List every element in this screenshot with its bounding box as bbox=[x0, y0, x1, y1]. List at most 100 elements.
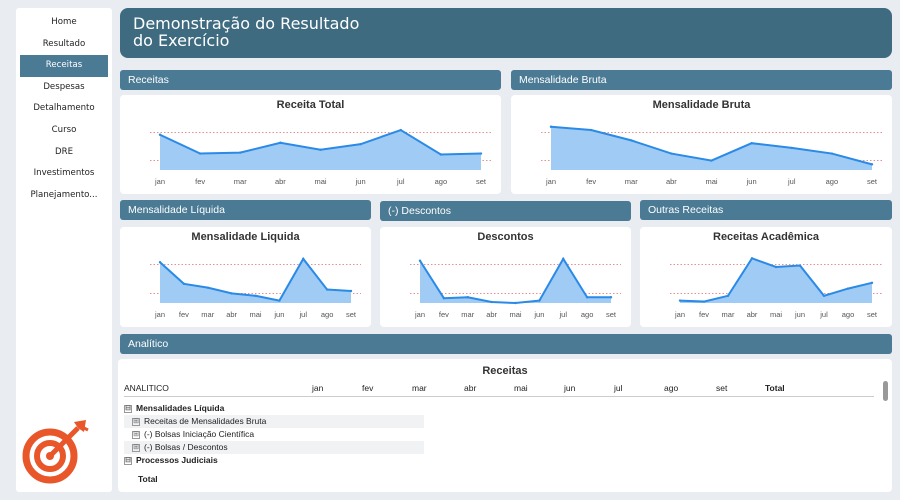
column-header[interactable]: mai bbox=[514, 383, 528, 393]
expand-icon[interactable]: ⊞ bbox=[132, 443, 140, 452]
sidebar-item-home[interactable]: Home bbox=[16, 12, 112, 34]
data-point[interactable] bbox=[399, 128, 402, 132]
expand-icon[interactable]: ⊞ bbox=[132, 417, 140, 426]
chart-descontos: jan fev mar abr mai jun jul ago set Descontos bbox=[380, 227, 631, 327]
x-tick-label: jul bbox=[819, 310, 828, 319]
data-point[interactable] bbox=[490, 300, 493, 304]
data-point[interactable] bbox=[750, 142, 753, 145]
data-point[interactable] bbox=[774, 265, 778, 269]
sidebar-item-detalhamento[interactable]: Detalhamento bbox=[16, 98, 112, 120]
data-point[interactable] bbox=[822, 294, 826, 297]
data-point[interactable] bbox=[198, 152, 202, 155]
data-point[interactable] bbox=[239, 151, 242, 154]
chart-mensalidade-liquida: jan fev mar abr mai jun jul ago set Mensalidade … bbox=[120, 227, 371, 327]
x-tick-label: ago bbox=[842, 310, 855, 319]
x-tick-label: jul bbox=[787, 177, 796, 186]
data-point[interactable] bbox=[466, 296, 469, 299]
column-header[interactable]: ago bbox=[664, 383, 678, 393]
data-point[interactable] bbox=[278, 299, 281, 302]
data-point[interactable] bbox=[589, 128, 593, 132]
data-point[interactable] bbox=[479, 152, 483, 155]
data-point[interactable] bbox=[302, 257, 305, 261]
sidebar-item-investimentos[interactable]: Investimentos bbox=[16, 163, 112, 185]
row-label: (-) Bolsas Iniciação Científica bbox=[144, 429, 255, 439]
table-row[interactable]: ⊞ Receitas de Mensalidades Bruta bbox=[124, 415, 424, 428]
data-point[interactable] bbox=[870, 163, 874, 166]
column-header[interactable]: jan bbox=[312, 383, 323, 393]
data-point[interactable] bbox=[359, 142, 362, 146]
data-point[interactable] bbox=[798, 264, 802, 267]
sidebar-item-dre[interactable]: DRE bbox=[16, 142, 112, 164]
table-row[interactable]: ⊞ (-) Bolsas Iniciação Científica bbox=[124, 428, 254, 441]
table-title: Receitas bbox=[482, 365, 528, 377]
sidebar-item-resultado[interactable]: Resultado bbox=[16, 34, 112, 56]
data-point[interactable] bbox=[325, 288, 329, 291]
chart-receita-total: jan fev mar abr mai jun jul ago set Receita Tota… bbox=[120, 95, 501, 194]
data-point[interactable] bbox=[562, 257, 565, 261]
x-tick-label: fev bbox=[179, 310, 189, 319]
column-header[interactable]: ANALITICO bbox=[124, 383, 169, 393]
x-tick-label: ago bbox=[321, 310, 334, 319]
table-row[interactable]: ⊞ (-) Bolsas / Descontos bbox=[124, 441, 424, 454]
x-tick-label: abr bbox=[275, 177, 286, 186]
data-point[interactable] bbox=[158, 133, 162, 136]
column-header[interactable]: set bbox=[716, 383, 727, 393]
data-point[interactable] bbox=[702, 300, 706, 303]
column-header[interactable]: fev bbox=[362, 383, 373, 393]
data-point[interactable] bbox=[442, 297, 446, 300]
data-point[interactable] bbox=[710, 159, 713, 162]
collapse-icon[interactable]: ⊟ bbox=[124, 404, 132, 413]
x-tick-label: jul bbox=[396, 177, 405, 186]
collapse-icon[interactable]: ⊟ bbox=[124, 456, 132, 465]
data-point[interactable] bbox=[158, 261, 162, 264]
x-tick-label: fev bbox=[439, 310, 449, 319]
scrollbar[interactable] bbox=[883, 381, 888, 401]
column-header[interactable]: abr bbox=[464, 383, 476, 393]
table-row-total: Total bbox=[124, 473, 158, 486]
data-point[interactable] bbox=[846, 287, 850, 290]
data-point[interactable] bbox=[319, 148, 322, 151]
data-point[interactable] bbox=[349, 289, 353, 293]
sidebar-item-despesas[interactable]: Despesas bbox=[16, 77, 112, 99]
table-row[interactable]: ⊟ Processos Judiciais bbox=[124, 454, 218, 467]
x-tick-label: set bbox=[346, 310, 357, 319]
data-point[interactable] bbox=[279, 141, 282, 144]
data-point[interactable] bbox=[182, 282, 186, 285]
data-point[interactable] bbox=[830, 152, 834, 155]
data-point[interactable] bbox=[439, 153, 443, 156]
data-point[interactable] bbox=[870, 281, 874, 285]
x-tick-label: jan bbox=[414, 310, 425, 319]
sidebar-item-curso[interactable]: Curso bbox=[16, 120, 112, 142]
x-tick-label: ago bbox=[581, 310, 594, 319]
column-header[interactable]: Total bbox=[765, 383, 785, 393]
x-tick-label: ago bbox=[826, 177, 839, 186]
x-tick-label: mai bbox=[509, 310, 521, 319]
data-point[interactable] bbox=[670, 152, 673, 155]
x-tick-label: jan bbox=[154, 177, 165, 186]
x-tick-label: jun bbox=[746, 177, 757, 186]
data-point[interactable] bbox=[514, 301, 517, 305]
expand-icon[interactable]: ⊞ bbox=[132, 430, 140, 439]
sidebar-item-receitas[interactable]: Receitas bbox=[20, 55, 108, 77]
data-point[interactable] bbox=[726, 294, 730, 297]
x-tick-label: mar bbox=[201, 310, 214, 319]
chart-mensalidade-bruta: jan fev mar abr mai jun jul ago set Mensalidade … bbox=[511, 95, 892, 194]
data-point[interactable] bbox=[206, 286, 209, 289]
data-point[interactable] bbox=[750, 257, 754, 260]
data-point[interactable] bbox=[630, 139, 633, 142]
data-point[interactable] bbox=[678, 299, 682, 302]
data-point[interactable] bbox=[418, 259, 422, 262]
data-point[interactable] bbox=[538, 299, 541, 302]
data-point[interactable] bbox=[254, 294, 257, 297]
column-header[interactable]: jun bbox=[564, 383, 575, 393]
x-tick-label: abr bbox=[747, 310, 758, 319]
data-point[interactable] bbox=[230, 292, 233, 295]
column-header[interactable]: mar bbox=[412, 383, 427, 393]
data-point[interactable] bbox=[549, 125, 553, 128]
data-point[interactable] bbox=[609, 296, 613, 299]
table-row[interactable]: ⊟ Mensalidades Líquida bbox=[124, 402, 224, 415]
sidebar-item-planejamento[interactable]: Planejamento... bbox=[16, 185, 112, 207]
data-point[interactable] bbox=[790, 146, 793, 150]
column-header[interactable]: jul bbox=[614, 383, 623, 393]
data-point[interactable] bbox=[585, 296, 589, 299]
